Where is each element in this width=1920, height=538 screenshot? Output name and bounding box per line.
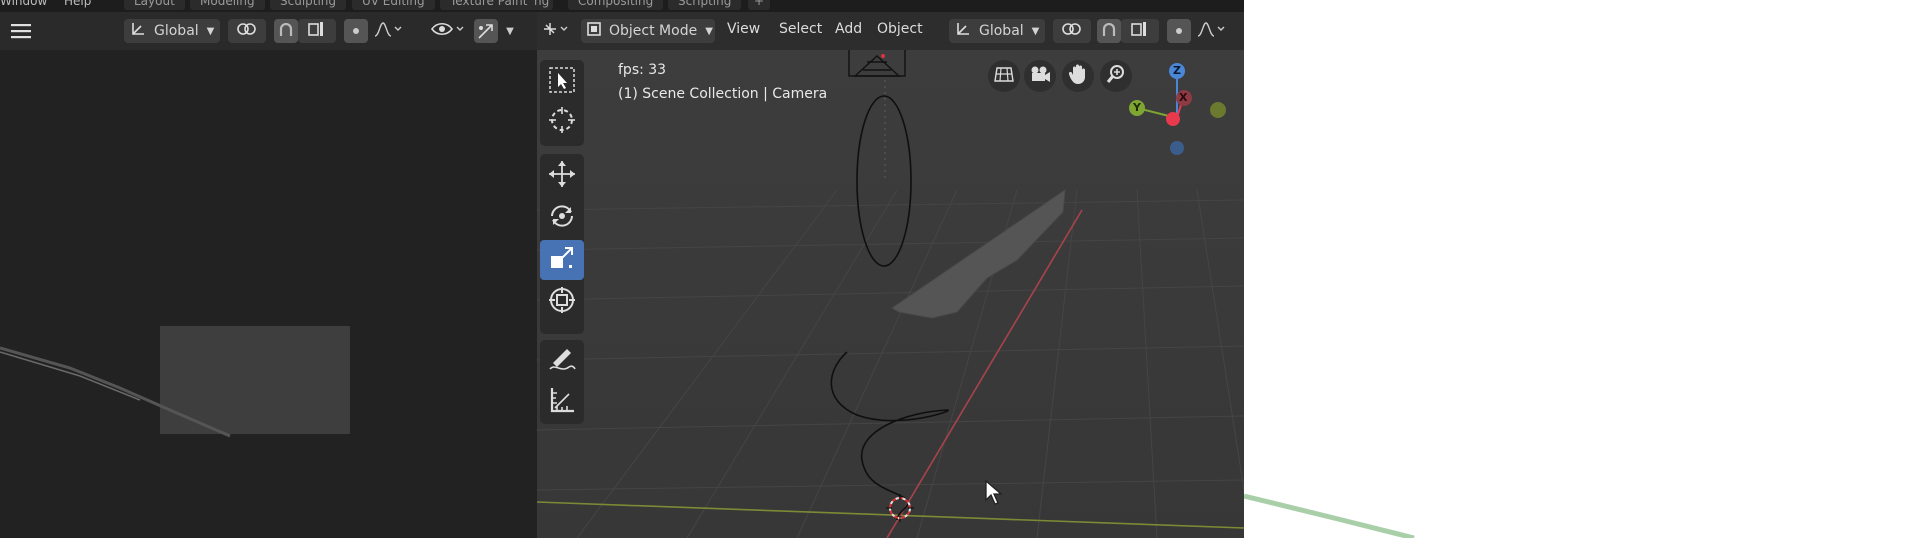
pivot-point-dropdown[interactable] [228,19,266,43]
editor-type-dropdown[interactable] [539,19,575,43]
neg-y-axis-handle [1210,102,1226,118]
background-stroke [1243,490,1464,538]
pan-view-button[interactable] [1062,60,1094,92]
move-tool[interactable] [540,156,584,196]
annotate-icon [547,345,577,379]
left-editor-header: Global ▼ ▼ [0,12,537,50]
measure-tool[interactable] [540,382,584,422]
viewport-header: Object Mode ▼ View Select Add Object Glo… [537,12,1244,50]
transform-icon [547,285,577,319]
snap-target-icon [307,21,327,41]
chevron-down-icon: ▼ [206,25,215,37]
tool-shelf [537,60,585,424]
rotate-icon [547,201,577,235]
grid-icon [994,65,1014,87]
screen: Window Help Layout Modeling Sculpting UV… [0,0,1920,538]
mouse-pointer-icon [985,479,1003,510]
viewport-proportional-edit-icon[interactable] [1167,19,1191,43]
chevron-down-icon: ▼ [705,25,713,37]
falloff-curve-icon [374,21,402,41]
camera-icon [1029,65,1051,87]
snap-icon[interactable] [274,19,298,43]
mode-dropdown[interactable]: Object Mode ▼ [581,19,715,43]
menu-view[interactable]: View [727,21,760,37]
viewport-pivot-dropdown[interactable] [1053,19,1091,43]
select-box-icon [548,66,576,98]
tab-texture-paint-suffix: ng [530,0,554,10]
menu-select[interactable]: Select [779,21,822,37]
proportional-edit-icon[interactable] [344,19,368,43]
menu-object[interactable]: Object [877,21,923,37]
scale-tool[interactable] [540,240,584,280]
annotate-tool[interactable] [540,342,584,382]
menu-window[interactable]: Window [0,0,47,8]
cursor-icon [547,105,577,139]
measure-icon [547,385,577,419]
select-box-tool[interactable] [540,62,584,102]
viewport-transform-orientation-label: Global [979,23,1024,39]
neg-z-axis-handle [1170,141,1184,155]
left-editor-canvas[interactable] [0,50,537,538]
falloff-dropdown[interactable] [370,19,406,43]
tab-sculpting[interactable]: Sculpting [270,0,347,10]
mode-label: Object Mode [609,23,698,39]
viewport-falloff-dropdown[interactable] [1193,19,1229,43]
link-icon [236,22,258,40]
scale-icon [547,243,577,277]
y-axis-label: Y [1133,101,1141,114]
object-mode-icon [587,22,601,40]
viewport-transform-orientation-dropdown[interactable]: Global ▼ [949,19,1045,43]
left-editor: Global ▼ ▼ [0,12,537,538]
tab-uv-editing[interactable]: UV Editing [352,0,435,10]
visibility-dropdown[interactable] [428,19,468,43]
left-canvas-drawing [0,326,350,438]
x-axis-label: X [1179,91,1188,104]
add-workspace-button[interactable]: + [748,0,771,10]
scene-collection-label: (1) Scene Collection | Camera [618,86,828,102]
transform-tool[interactable] [540,282,584,322]
tab-modeling[interactable]: Modeling [190,0,265,10]
fps-readout: fps: 33 [618,62,667,78]
3d-viewport-icon [542,21,572,41]
snap-target-icon [1130,21,1150,41]
gizmo-toggle-icon[interactable] [474,19,498,43]
link-icon [1061,22,1083,40]
rotate-tool[interactable] [540,198,584,238]
menu-add[interactable]: Add [835,21,862,37]
camera-view-button[interactable] [1024,60,1056,92]
cursor-tool[interactable] [540,102,584,142]
axes-icon [130,21,146,41]
workspace-tab-bar: Window Help Layout Modeling Sculpting UV… [0,0,1244,12]
snap-target-dropdown[interactable] [298,19,336,43]
tab-scripting[interactable]: Scripting [668,0,742,10]
curve-stroke-highlight [0,351,141,401]
transform-orientation-dropdown[interactable]: Global ▼ [124,19,220,43]
falloff-curve-icon [1197,21,1225,41]
eye-icon [431,21,465,41]
chevron-down-icon: ▼ [1031,25,1040,37]
move-icon [547,159,577,193]
chevron-down-icon[interactable]: ▼ [500,19,520,43]
tab-compositing[interactable]: Compositing [568,0,664,10]
x-axis-handle [1166,112,1180,126]
zoom-icon [1106,64,1126,88]
transform-orientation-label: Global [154,23,199,39]
hamburger-menu-icon[interactable] [8,19,34,43]
viewport-snap-target-dropdown[interactable] [1121,19,1159,43]
viewport-overlay-text: fps: 33 (1) Scene Collection | Camera [618,58,827,106]
hand-icon [1068,63,1088,89]
orientation-gizmo[interactable]: X Y Z [1125,58,1231,158]
axes-icon [955,21,971,41]
toggle-ortho-button[interactable] [988,60,1020,92]
menu-help[interactable]: Help [64,0,91,8]
viewport-snap-icon[interactable] [1097,19,1121,43]
tab-texture-paint[interactable]: Texture Paint [440,0,538,10]
tab-layout[interactable]: Layout [124,0,185,10]
z-axis-label: Z [1173,64,1181,77]
